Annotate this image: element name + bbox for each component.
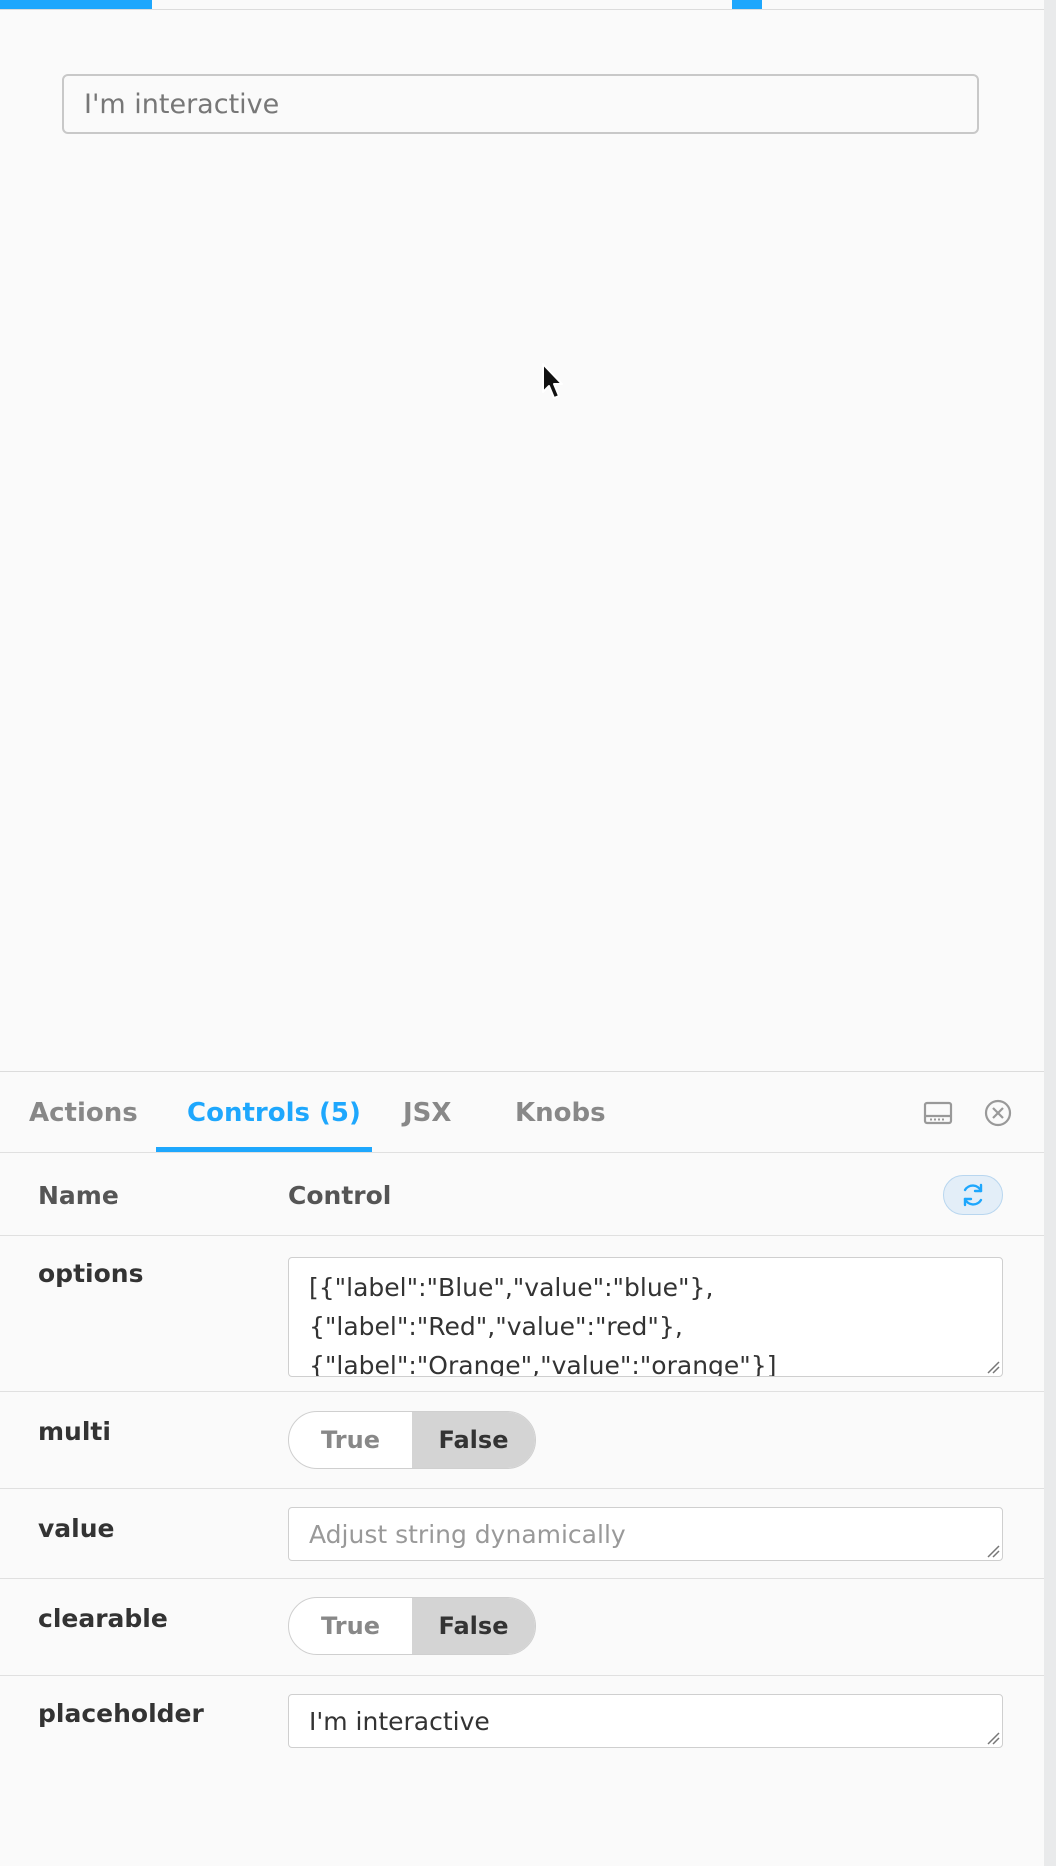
mouse-cursor-icon (542, 363, 563, 399)
control-row-multi: multi True False (0, 1393, 1044, 1489)
options-line: {"label":"Red","value":"red"}, (309, 1312, 683, 1341)
tab-jsx[interactable]: JSX (403, 1072, 451, 1153)
toggle-true-option[interactable]: True (289, 1598, 412, 1654)
close-icon[interactable] (983, 1098, 1013, 1128)
tab-knobs[interactable]: Knobs (515, 1072, 606, 1153)
select-input[interactable]: I'm interactive (62, 74, 979, 134)
toggle-false-option[interactable]: False (412, 1598, 535, 1654)
reset-controls-button[interactable] (943, 1175, 1003, 1215)
control-row-placeholder: placeholder I'm interactive (0, 1677, 1044, 1866)
story-preview: I'm interactive (0, 10, 1044, 1070)
column-header-control: Control (288, 1180, 392, 1210)
options-line: {"label":"Orange","value":"orange"}] (309, 1351, 777, 1377)
controls-table-header: Name Control (0, 1154, 1044, 1236)
progress-bar-segment (0, 0, 152, 9)
tab-actions[interactable]: Actions (29, 1072, 138, 1153)
toggle-true-option[interactable]: True (289, 1412, 412, 1468)
value-placeholder: Adjust string dynamically (309, 1520, 626, 1549)
select-placeholder: I'm interactive (84, 88, 280, 120)
tab-controls[interactable]: Controls (5) (187, 1072, 361, 1153)
control-row-options: options [{"label":"Blue","value":"blue"}… (0, 1237, 1044, 1392)
active-tab-indicator (156, 1147, 372, 1152)
value-textarea[interactable]: Adjust string dynamically (288, 1507, 1003, 1561)
control-name: clearable (38, 1604, 168, 1633)
addons-panel: Actions Controls (5) JSX Knobs Name Cont… (0, 1071, 1044, 1866)
multi-boolean-toggle[interactable]: True False (288, 1411, 536, 1469)
placeholder-textarea[interactable]: I'm interactive (288, 1694, 1003, 1748)
addons-tabbar: Actions Controls (5) JSX Knobs (0, 1072, 1044, 1153)
control-name: options (38, 1259, 144, 1288)
resize-handle-icon[interactable] (986, 1360, 1000, 1374)
refresh-icon (963, 1183, 983, 1207)
placeholder-value: I'm interactive (309, 1707, 490, 1736)
toggle-false-option[interactable]: False (412, 1412, 535, 1468)
storybook-app: I'm interactive Actions Controls (5) JSX… (0, 0, 1044, 1866)
control-name: placeholder (38, 1699, 204, 1728)
progress-bar-segment (732, 0, 762, 9)
resize-handle-icon[interactable] (986, 1544, 1000, 1558)
control-row-value: value Adjust string dynamically (0, 1490, 1044, 1579)
resize-handle-icon[interactable] (986, 1731, 1000, 1745)
loading-strip (0, 0, 1044, 10)
panel-bottom-icon[interactable] (923, 1098, 953, 1128)
clearable-boolean-toggle[interactable]: True False (288, 1597, 536, 1655)
options-line: [{"label":"Blue","value":"blue"}, (309, 1273, 714, 1302)
options-textarea[interactable]: [{"label":"Blue","value":"blue"}, {"labe… (288, 1257, 1003, 1377)
control-name: value (38, 1514, 115, 1543)
control-row-clearable: clearable True False (0, 1580, 1044, 1676)
column-header-name: Name (38, 1180, 119, 1210)
control-name: multi (38, 1417, 111, 1446)
